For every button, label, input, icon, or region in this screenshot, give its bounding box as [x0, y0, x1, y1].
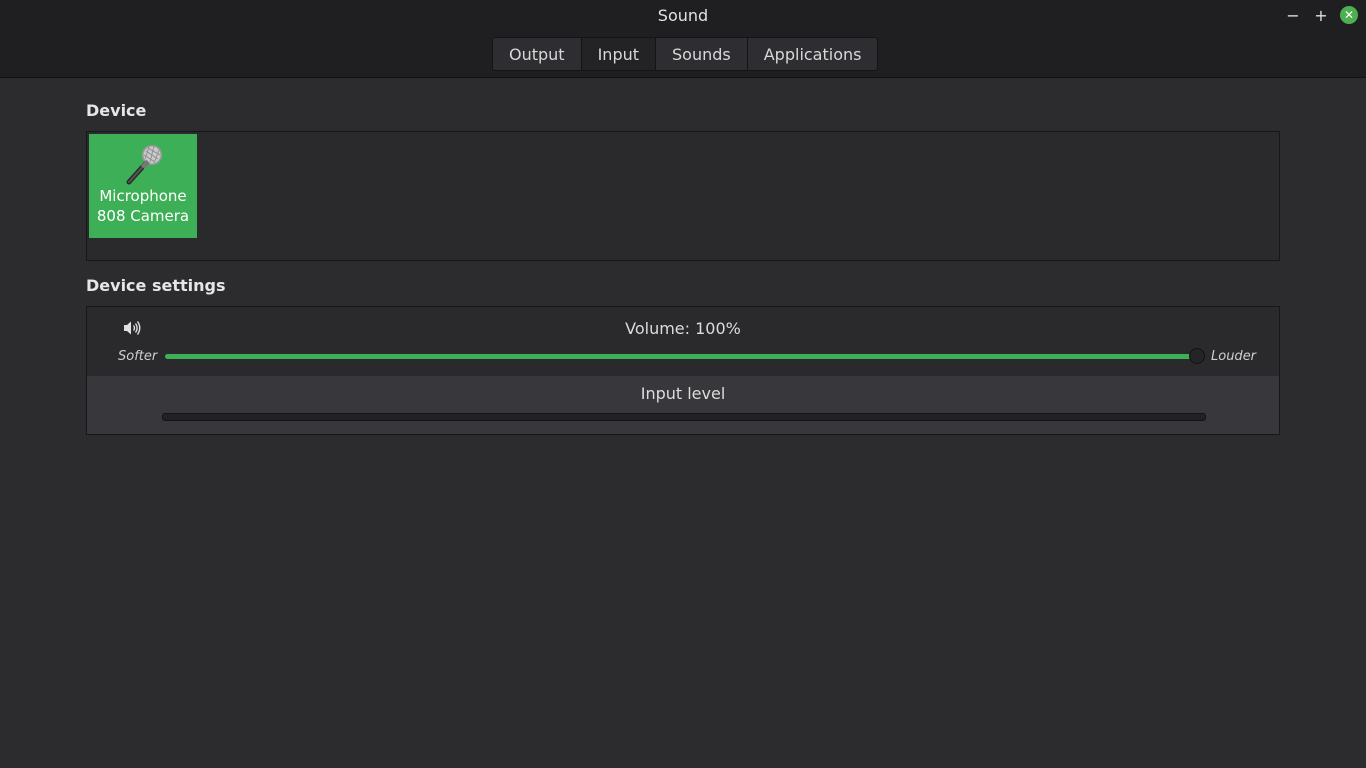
tab-bar: Output Input Sounds Applications [492, 37, 879, 71]
tab-output[interactable]: Output [493, 38, 582, 70]
device-heading: Device [86, 101, 147, 120]
device-description: 808 Camera [96, 207, 190, 225]
volume-slider-fill [165, 354, 1197, 359]
volume-slider[interactable] [165, 354, 1197, 359]
volume-slider-handle[interactable] [1189, 348, 1205, 364]
headerbar: Sound − + ✕ Output Input Sounds Applicat… [0, 0, 1366, 78]
device-settings-panel: Volume: 100% Softer Louder Input level [86, 306, 1280, 435]
device-list: Microphone 808 Camera [86, 131, 1280, 261]
close-button[interactable]: ✕ [1340, 6, 1358, 24]
window-title: Sound [657, 6, 709, 25]
volume-label: Volume: 100% [625, 319, 741, 338]
tab-applications[interactable]: Applications [747, 38, 878, 70]
microphone-icon [126, 145, 162, 185]
minimize-button[interactable]: − [1284, 6, 1302, 25]
input-level-bar [162, 413, 1206, 421]
device-settings-heading: Device settings [86, 276, 226, 295]
input-level-label: Input level [640, 384, 726, 403]
device-item-microphone[interactable]: Microphone 808 Camera [89, 134, 197, 238]
softer-label: Softer [118, 349, 158, 364]
tab-input[interactable]: Input [581, 38, 657, 70]
window-controls: − + ✕ [1284, 6, 1358, 25]
device-name: Microphone [99, 187, 187, 205]
louder-label: Louder [1211, 349, 1257, 364]
input-level-section: Input level [87, 376, 1279, 434]
tab-sounds[interactable]: Sounds [656, 38, 748, 70]
maximize-button[interactable]: + [1312, 6, 1330, 25]
